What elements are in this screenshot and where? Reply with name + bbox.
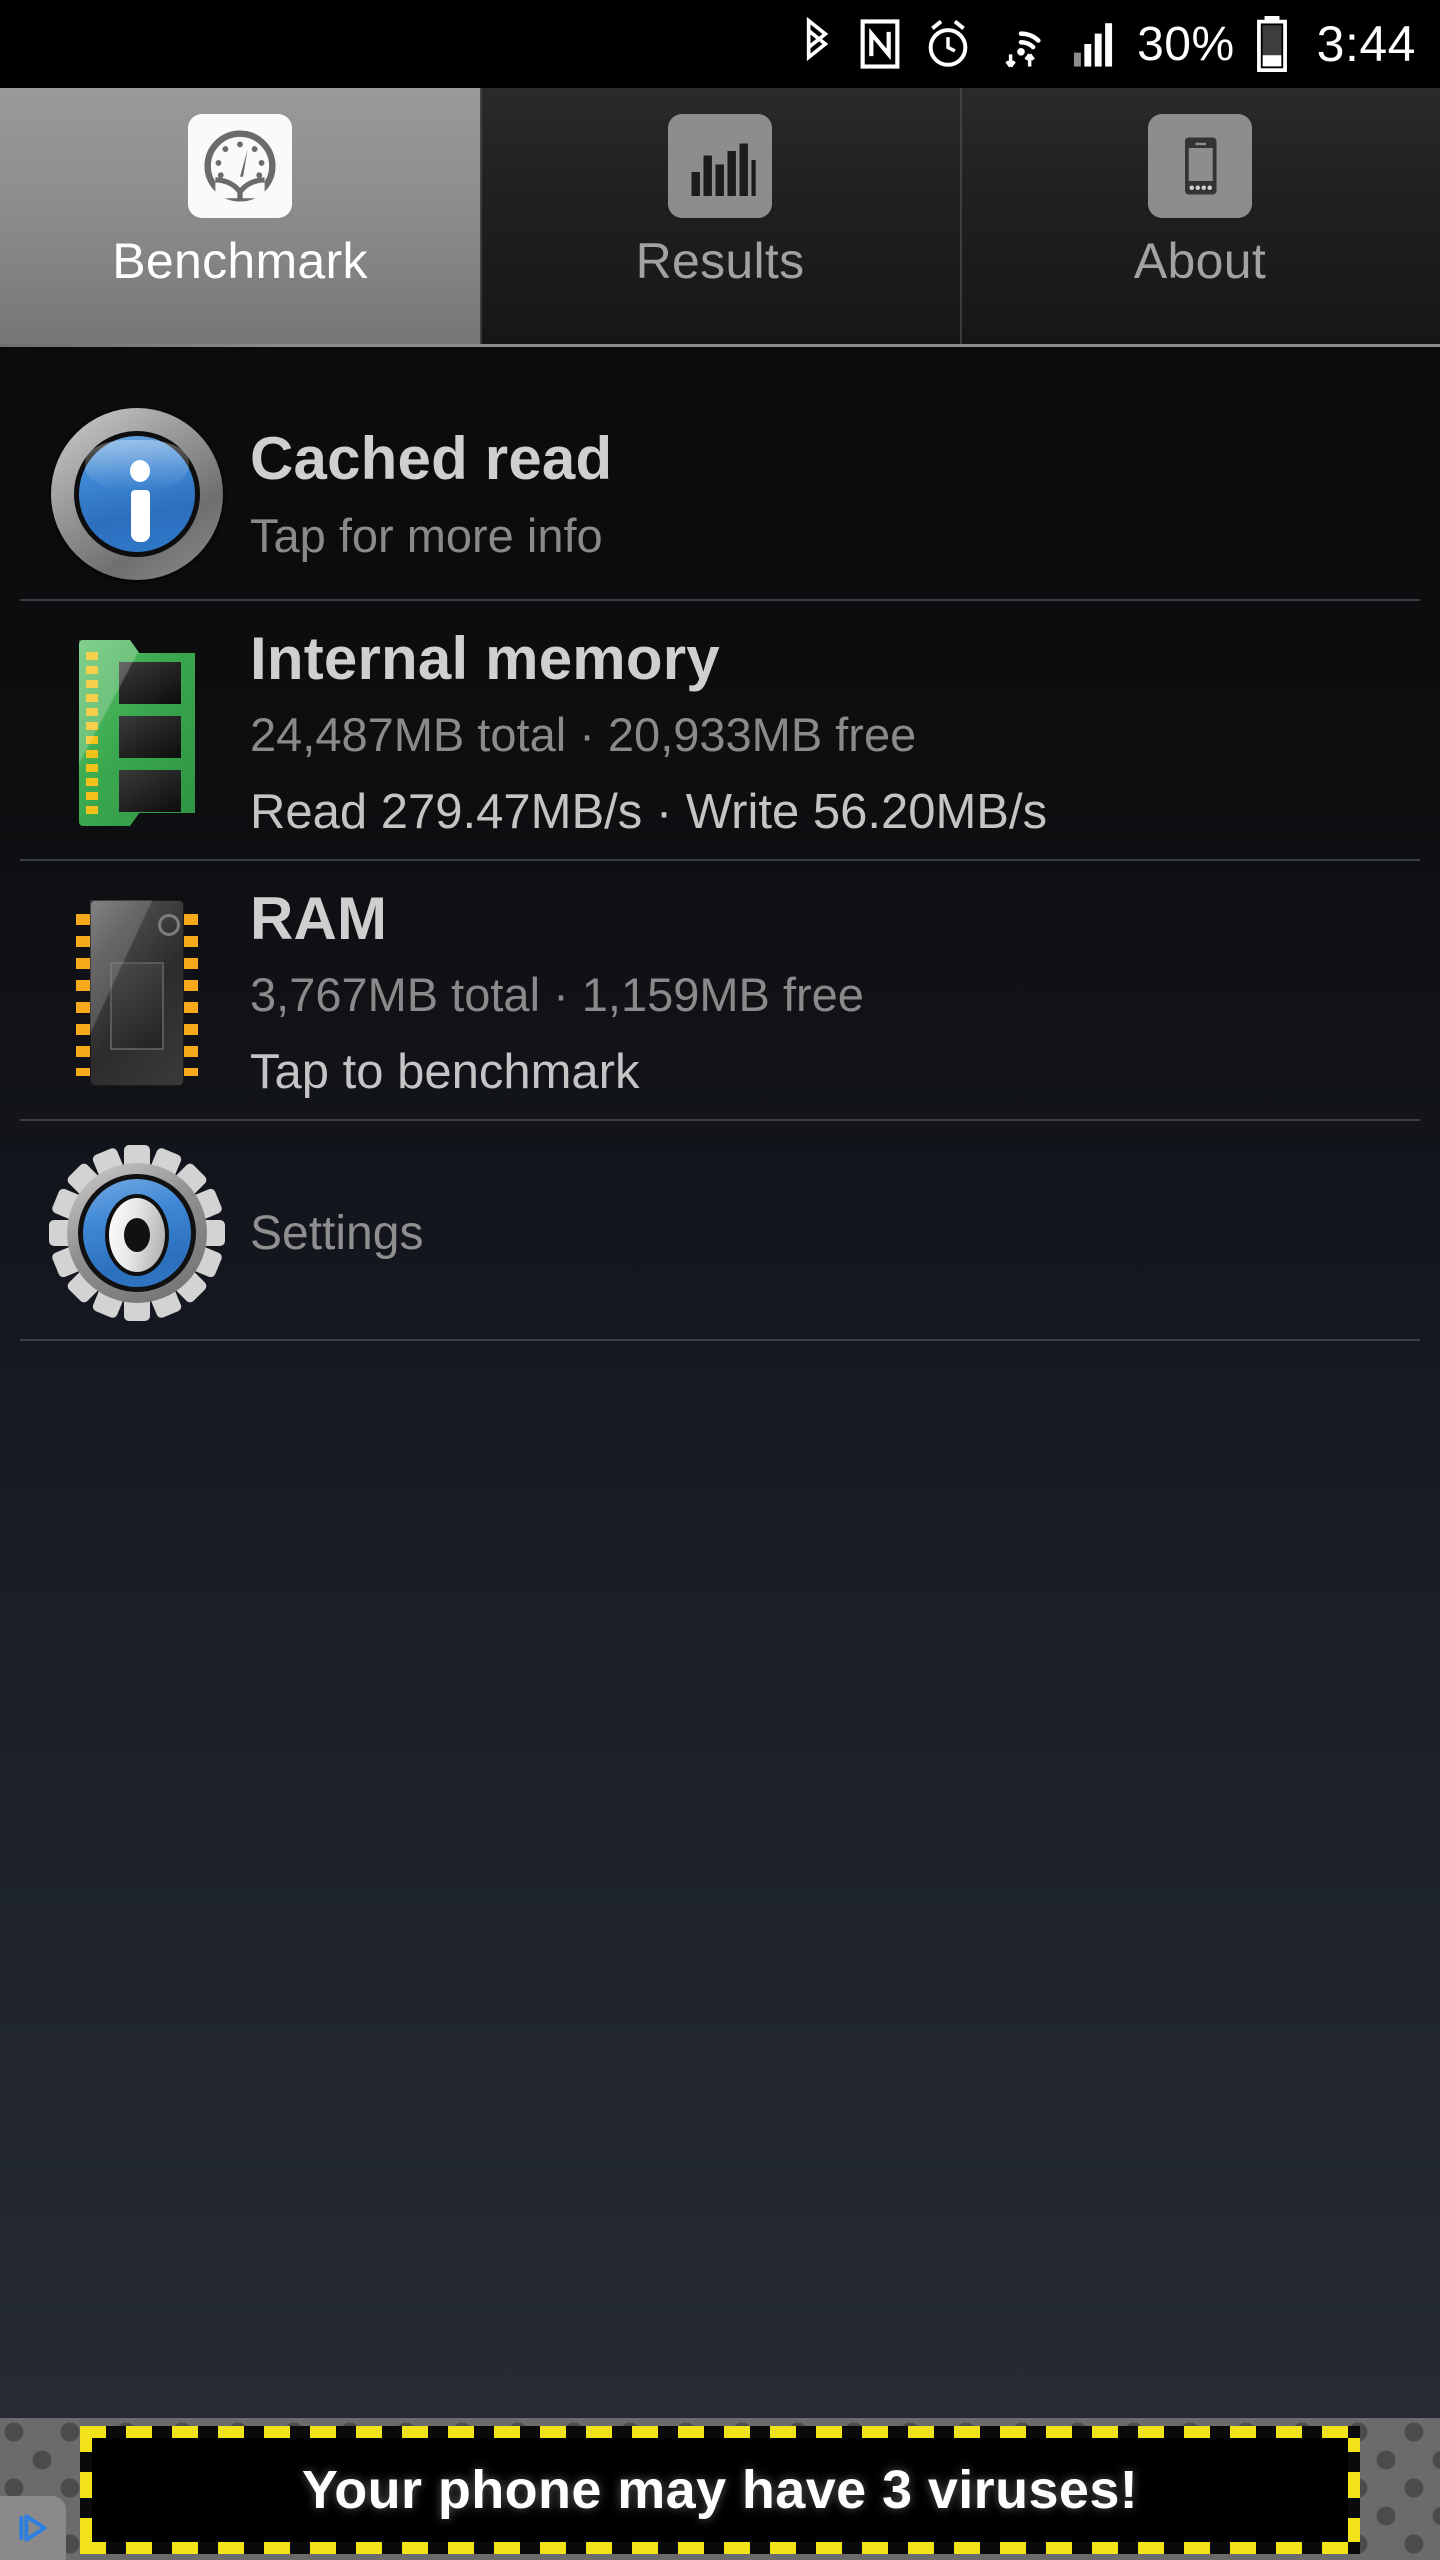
- internal-memory-capacity: 24,487MB total · 20,933MB free: [250, 708, 917, 762]
- list-item-internal-memory[interactable]: Internal memory 24,487MB total · 20,933M…: [0, 607, 1440, 859]
- adchoices-icon[interactable]: [0, 2496, 66, 2560]
- tab-benchmark-label: Benchmark: [112, 233, 368, 289]
- bluetooth-icon: [797, 17, 837, 71]
- ram-title: RAM: [250, 885, 388, 953]
- info-icon: [42, 408, 232, 580]
- divider: [20, 859, 1420, 861]
- divider: [20, 599, 1420, 601]
- settings-label: Settings: [250, 1206, 424, 1260]
- cached-read-title: Cached read: [250, 425, 613, 493]
- clock-label: 3:44: [1316, 16, 1416, 72]
- wifi-icon: [993, 18, 1049, 70]
- list-item-settings[interactable]: Settings: [0, 1127, 1440, 1339]
- ad-banner[interactable]: Your phone may have 3 viruses!: [80, 2426, 1360, 2554]
- status-bar: 30% 3:44: [0, 0, 1440, 88]
- cached-read-subtitle: Tap for more info: [250, 508, 603, 562]
- battery-icon: [1255, 16, 1289, 72]
- bar-chart-icon: [668, 114, 772, 218]
- tab-benchmark[interactable]: Benchmark: [0, 88, 480, 346]
- ram-capacity: 3,767MB total · 1,159MB free: [250, 968, 864, 1022]
- tab-bar: Benchmark Results About: [0, 88, 1440, 346]
- list-item-cached-read[interactable]: Cached read Tap for more info: [0, 389, 1440, 599]
- signal-icon: [1069, 18, 1117, 70]
- tab-results[interactable]: Results: [480, 88, 960, 346]
- internal-memory-speeds: Read 279.47MB/s · Write 56.20MB/s: [250, 785, 1048, 840]
- gear-icon: [42, 1144, 232, 1322]
- divider: [20, 1339, 1420, 1341]
- ram-action-label: Tap to benchmark: [250, 1045, 640, 1100]
- phone-icon: [1148, 114, 1252, 218]
- ad-container: Your phone may have 3 viruses!: [0, 2418, 1440, 2560]
- divider: [20, 1119, 1420, 1121]
- list-item-ram[interactable]: RAM 3,767MB total · 1,159MB free Tap to …: [0, 867, 1440, 1119]
- speedometer-icon: [188, 114, 292, 218]
- ad-text: Your phone may have 3 viruses!: [301, 2460, 1139, 2520]
- tab-results-label: Results: [635, 233, 805, 289]
- alarm-icon: [923, 18, 973, 70]
- app-root: 30% 3:44 Benchmark Results About Cached …: [0, 0, 1440, 2560]
- benchmark-list: Cached read Tap for more info Internal m…: [0, 347, 1440, 2418]
- memory-module-icon: [42, 640, 232, 826]
- ram-chip-icon: [42, 900, 232, 1086]
- tab-about-label: About: [1133, 233, 1267, 289]
- battery-percent-label: 30%: [1137, 17, 1235, 71]
- internal-memory-title: Internal memory: [250, 625, 720, 693]
- nfc-icon: [857, 18, 903, 70]
- tab-about[interactable]: About: [960, 88, 1440, 346]
